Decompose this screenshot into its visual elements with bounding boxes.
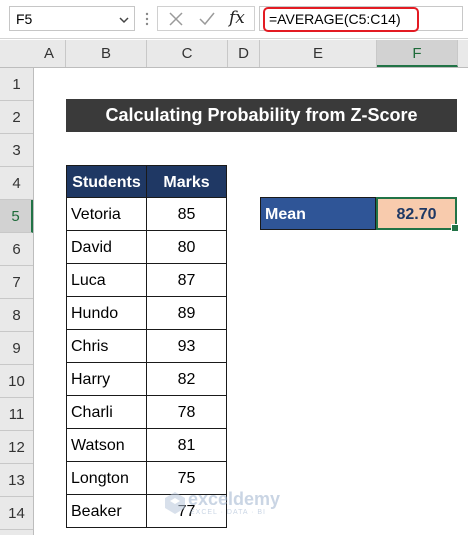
row-header-bar: 1 2 3 4 5 6 7 8 9 10 11 12 13 14: [0, 68, 34, 535]
watermark: exceldemy EXCEL · DATA · BI: [160, 487, 320, 523]
column-header-c[interactable]: C: [147, 40, 228, 67]
column-header-d[interactable]: D: [228, 40, 260, 67]
table-row: Charli 78: [66, 396, 227, 429]
formula-text: =AVERAGE(C5:C14): [269, 11, 401, 27]
row-header[interactable]: 8: [0, 299, 33, 332]
row-header-selected[interactable]: 5: [0, 200, 33, 233]
marks-cell[interactable]: 87: [146, 264, 227, 297]
marks-cell[interactable]: 89: [146, 297, 227, 330]
table-row: Luca 87: [66, 264, 227, 297]
marks-cell[interactable]: 93: [146, 330, 227, 363]
row-header[interactable]: 7: [0, 266, 33, 299]
table-header-row: Students Marks: [66, 165, 227, 198]
row-header[interactable]: 12: [0, 431, 33, 464]
header-students[interactable]: Students: [66, 165, 147, 198]
row-header[interactable]: 10: [0, 365, 33, 398]
student-name-cell[interactable]: Longton: [66, 462, 147, 495]
table-row: David 80: [66, 231, 227, 264]
column-header-bar: A B C D E F: [0, 40, 468, 68]
table-row: Vetoria 85: [66, 198, 227, 231]
formula-actions: fx: [157, 6, 255, 31]
row-header[interactable]: 11: [0, 398, 33, 431]
row-header[interactable]: 3: [0, 134, 33, 167]
insert-function-icon[interactable]: fx: [229, 8, 245, 28]
column-header-e[interactable]: E: [260, 40, 377, 67]
watermark-tagline: EXCEL · DATA · BI: [190, 509, 266, 516]
row-header[interactable]: 2: [0, 101, 33, 134]
watermark-brand: exceldemy: [188, 489, 281, 509]
mean-value: 82.70: [396, 206, 437, 223]
column-header-a[interactable]: A: [33, 40, 66, 67]
table-row: Watson 81: [66, 429, 227, 462]
formula-bar: F5 fx =AVERAGE(C5:C14): [0, 0, 468, 39]
column-header-f[interactable]: F: [377, 40, 458, 67]
student-name-cell[interactable]: Luca: [66, 264, 147, 297]
formula-input[interactable]: =AVERAGE(C5:C14): [259, 6, 463, 32]
chevron-down-icon[interactable]: [118, 13, 130, 31]
header-marks[interactable]: Marks: [146, 165, 227, 198]
student-name-cell[interactable]: Watson: [66, 429, 147, 462]
row-header[interactable]: 1: [0, 68, 33, 101]
student-name-cell[interactable]: David: [66, 231, 147, 264]
table-row: Harry 82: [66, 363, 227, 396]
student-name-cell[interactable]: Vetoria: [66, 198, 147, 231]
student-name-cell[interactable]: Harry: [66, 363, 147, 396]
student-name-cell[interactable]: Beaker: [66, 495, 147, 528]
marks-cell[interactable]: 85: [146, 198, 227, 231]
row-header[interactable]: 9: [0, 332, 33, 365]
marks-cell[interactable]: 78: [146, 396, 227, 429]
name-box-value: F5: [16, 11, 33, 27]
table-row: Hundo 89: [66, 297, 227, 330]
mean-value-cell[interactable]: 82.70: [376, 197, 459, 232]
mean-label-cell[interactable]: Mean: [260, 197, 376, 230]
exceldemy-logo-icon: [164, 491, 186, 520]
row-header[interactable]: 14: [0, 497, 33, 530]
marks-cell[interactable]: 80: [146, 231, 227, 264]
sheet-title[interactable]: Calculating Probability from Z-Score: [66, 99, 457, 132]
student-name-cell[interactable]: Charli: [66, 396, 147, 429]
marks-cell[interactable]: 82: [146, 363, 227, 396]
row-header[interactable]: 13: [0, 464, 33, 497]
enter-check-icon[interactable]: [198, 11, 216, 32]
marks-cell[interactable]: 81: [146, 429, 227, 462]
row-header[interactable]: 4: [0, 167, 33, 200]
name-box[interactable]: F5: [9, 6, 135, 31]
student-name-cell[interactable]: Chris: [66, 330, 147, 363]
table-row: Chris 93: [66, 330, 227, 363]
drag-handle-icon[interactable]: [145, 11, 149, 27]
student-name-cell[interactable]: Hundo: [66, 297, 147, 330]
fill-handle[interactable]: [451, 224, 459, 232]
row-header[interactable]: 6: [0, 233, 33, 266]
column-header-b[interactable]: B: [66, 40, 147, 67]
cancel-icon[interactable]: [168, 11, 184, 32]
